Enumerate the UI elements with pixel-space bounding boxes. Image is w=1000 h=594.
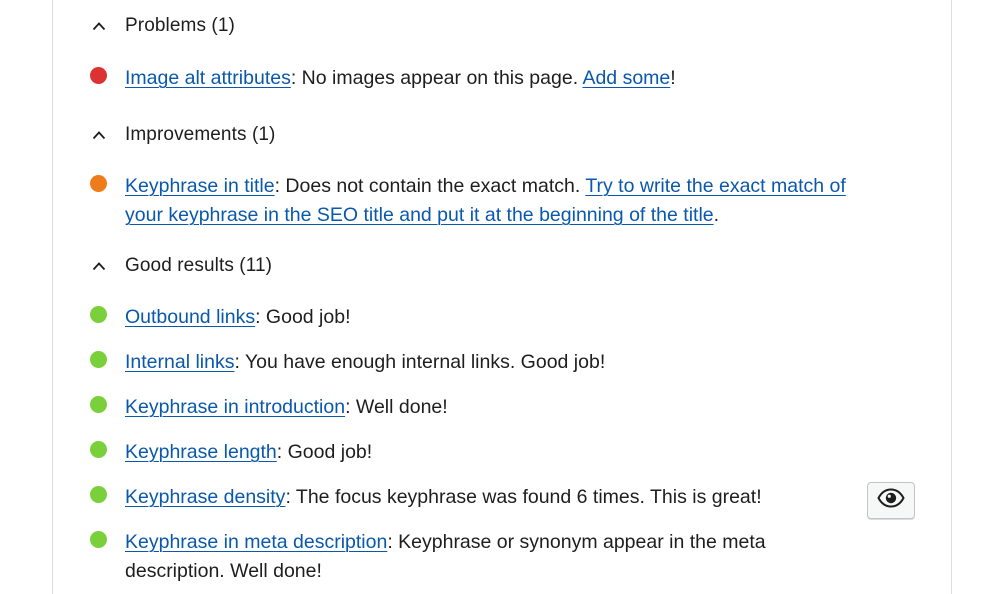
result-image-alt: Image alt attributes: No images appear o… [90,64,885,93]
result-keyphrase-introduction: Keyphrase in introduction: Well done! [90,393,885,422]
improvements-section-title: Improvements (1) [125,124,276,145]
result-text: Internal links: You have enough internal… [125,351,606,373]
chevron-up-icon [89,256,109,276]
result-keyphrase-density: Keyphrase density: The focus keyphrase w… [90,483,845,512]
result-keyphrase-length: Keyphrase length: Good job! [90,438,885,467]
good-results-section-title: Good results (11) [125,255,273,276]
image-alt-link[interactable]: Image alt attributes [125,67,291,89]
result-text: Keyphrase in meta description: Keyphrase… [125,531,766,582]
problems-section-title: Problems (1) [125,15,235,36]
add-some-link[interactable]: Add some [582,67,670,89]
result-outbound-links: Outbound links: Good job! [90,303,885,332]
improvement-bullet-icon [90,175,107,192]
problems-section-toggle[interactable]: Problems (1) [89,15,235,37]
highlight-keyphrase-button[interactable] [867,482,915,519]
result-keyphrase-title: Keyphrase in title: Does not contain the… [90,172,885,230]
keyphrase-title-link[interactable]: Keyphrase in title [125,175,275,197]
result-text: Keyphrase density: The focus keyphrase w… [125,486,762,508]
chevron-up-icon [89,125,109,145]
result-text: Image alt attributes: No images appear o… [125,67,676,89]
outbound-links-link[interactable]: Outbound links [125,306,255,328]
result-text: Keyphrase in title: Does not contain the… [125,175,846,226]
good-bullet-icon [90,306,107,323]
result-text: Outbound links: Good job! [125,306,351,328]
good-bullet-icon [90,531,107,548]
keyphrase-meta-description-link[interactable]: Keyphrase in meta description [125,531,387,553]
result-text: Keyphrase length: Good job! [125,441,373,463]
eye-icon [877,488,905,513]
good-bullet-icon [90,441,107,458]
result-internal-links: Internal links: You have enough internal… [90,348,885,377]
internal-links-link[interactable]: Internal links [125,351,234,373]
good-results-section-toggle[interactable]: Good results (11) [89,255,272,277]
result-text: Keyphrase in introduction: Well done! [125,396,448,418]
good-bullet-icon [90,351,107,368]
problem-bullet-icon [90,67,107,84]
keyphrase-introduction-link[interactable]: Keyphrase in introduction [125,396,345,418]
chevron-up-icon [89,16,109,36]
keyphrase-density-link[interactable]: Keyphrase density [125,486,285,508]
result-keyphrase-meta-description: Keyphrase in meta description: Keyphrase… [90,528,825,586]
good-bullet-icon [90,396,107,413]
keyphrase-length-link[interactable]: Keyphrase length [125,441,277,463]
good-bullet-icon [90,486,107,503]
improvements-section-toggle[interactable]: Improvements (1) [89,124,275,146]
